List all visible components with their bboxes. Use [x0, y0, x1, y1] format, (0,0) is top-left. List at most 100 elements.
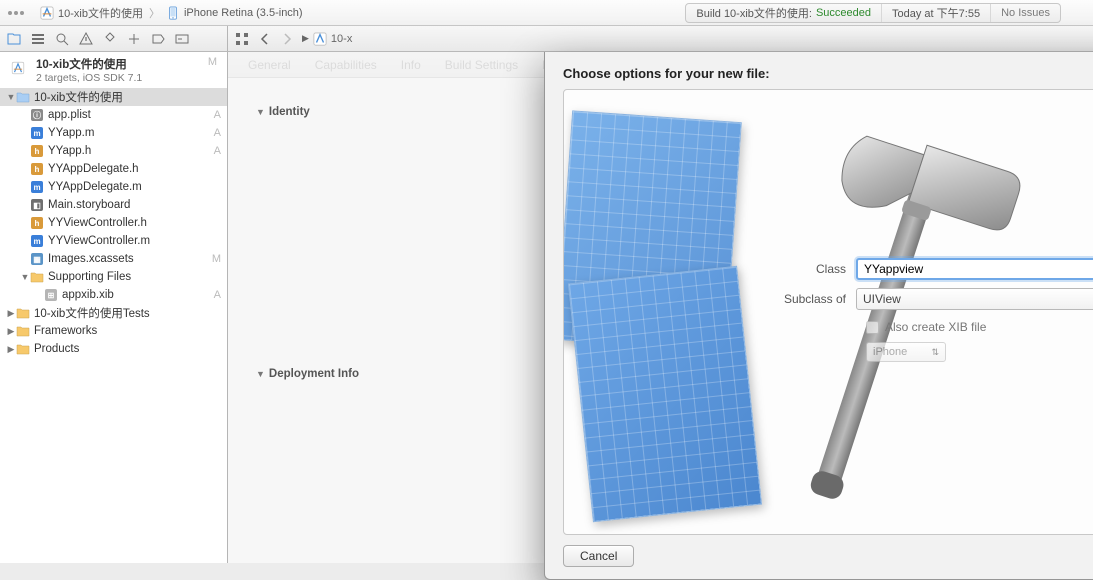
assets-icon: ▦: [30, 252, 44, 266]
log-navigator-icon[interactable]: [174, 31, 190, 47]
project-root-row[interactable]: 10-xib文件的使用 2 targets, iOS SDK 7.1 M: [0, 52, 227, 88]
class-row: Class: [770, 258, 1093, 280]
title-breadcrumb-bar: 10-xib文件的使用 〉 iPhone Retina (3.5-inch) B…: [0, 0, 1093, 26]
h-icon: h: [30, 144, 44, 158]
file-tree[interactable]: ▼10-xib文件的使用ⓘapp.plistAmYYapp.mAhYYapp.h…: [0, 88, 227, 563]
debug-navigator-icon[interactable]: [126, 31, 142, 47]
editor-path-crumb[interactable]: ▶ 10-x: [302, 32, 352, 46]
symbol-navigator-icon[interactable]: [30, 31, 46, 47]
project-name: 10-xib文件的使用: [58, 5, 143, 21]
sheet-button-bar: Cancel Previous Next: [563, 535, 1093, 567]
file-label: Supporting Files: [48, 271, 207, 283]
editor-path-label: 10-x: [331, 33, 352, 45]
file-label: YYViewController.m: [48, 235, 207, 247]
file-label: YYAppDelegate.m: [48, 181, 207, 193]
breakpoint-navigator-icon[interactable]: [150, 31, 166, 47]
project-subtitle: 2 targets, iOS SDK 7.1: [36, 72, 142, 84]
h-icon: h: [30, 216, 44, 230]
project-navigator: 10-xib文件的使用 2 targets, iOS SDK 7.1 M ▼ 10…: [0, 52, 228, 563]
new-file-sheet: Choose options for your new file:: [544, 52, 1093, 580]
related-items-icon[interactable]: [234, 31, 250, 47]
folder-row[interactable]: ▶Frameworks: [0, 322, 227, 340]
folder-blue-icon: [16, 90, 30, 104]
issue-navigator-icon[interactable]: [78, 31, 94, 47]
file-label: YYViewController.h: [48, 217, 207, 229]
chevron-right-icon: 〉: [147, 5, 162, 21]
file-label: YYapp.m: [48, 127, 207, 139]
folder-row[interactable]: ▼ Supporting Files: [0, 268, 227, 286]
main-area: 10-xib文件的使用 2 targets, iOS SDK 7.1 M ▼ 10…: [0, 52, 1093, 563]
file-row[interactable]: hYYapp.hA: [0, 142, 227, 160]
file-label: Products: [34, 343, 207, 355]
build-status: Build 10-xib文件的使用: Succeeded: [686, 4, 882, 22]
file-label: 10-xib文件的使用Tests: [34, 305, 207, 321]
file-row[interactable]: ⓘapp.plistA: [0, 106, 227, 124]
folder-icon: [30, 270, 44, 284]
xcode-app-icon: [40, 6, 54, 20]
class-label: Class: [770, 262, 856, 276]
folder-row[interactable]: ▶ 10-xib文件的使用Tests: [0, 304, 227, 322]
project-navigator-icon[interactable]: [6, 31, 22, 47]
file-row[interactable]: ◧ Main.storyboard: [0, 196, 227, 214]
class-input[interactable]: [856, 258, 1093, 280]
cancel-button[interactable]: Cancel: [563, 545, 634, 567]
sheet-title: Choose options for your new file:: [563, 66, 1093, 81]
file-row[interactable]: ⊞appxib.xibA: [0, 286, 227, 304]
navigator-toolbar: ▶ 10-x: [0, 26, 1093, 52]
storyboard-icon: ◧: [30, 198, 44, 212]
file-row[interactable]: ▦ Images.xcassetsM: [0, 250, 227, 268]
disclosure-triangle-icon[interactable]: ▶: [6, 326, 16, 337]
scm-status: M: [208, 56, 221, 68]
editor-area: General Capabilities Info Build Settings…: [228, 52, 1093, 563]
nav-forward-icon[interactable]: [280, 32, 294, 46]
device-family-value: iPhone: [873, 346, 907, 358]
file-label: Images.xcassets: [48, 253, 207, 265]
scm-status: A: [207, 109, 221, 121]
scheme-breadcrumb[interactable]: 10-xib文件的使用 〉 iPhone Retina (3.5-inch): [40, 5, 303, 21]
nav-back-icon[interactable]: [258, 32, 272, 46]
file-label: YYapp.h: [48, 145, 207, 157]
disclosure-triangle-icon[interactable]: ▶: [6, 308, 16, 319]
build-result: Succeeded: [816, 7, 871, 19]
folder-icon: [16, 324, 30, 338]
subclass-row: Subclass of UIView ▾: [770, 288, 1093, 310]
file-row[interactable]: m YYViewController.m: [0, 232, 227, 250]
test-navigator-icon[interactable]: [102, 31, 118, 47]
disclosure-triangle-icon[interactable]: ▶: [6, 344, 16, 355]
xcode-app-icon: [313, 32, 327, 46]
sheet-body: Class Subclass of UIView ▾: [563, 89, 1093, 535]
folder-row[interactable]: ▼ 10-xib文件的使用: [0, 88, 227, 106]
file-row[interactable]: hYYAppDelegate.h: [0, 160, 227, 178]
stepper-icon: ⇅: [931, 347, 939, 358]
file-label: app.plist: [48, 109, 207, 121]
m-icon: m: [30, 180, 44, 194]
scm-status: A: [207, 289, 221, 301]
folder-icon: [16, 306, 30, 320]
play-triangle-icon: ▶: [302, 33, 309, 44]
file-row[interactable]: m YYapp.mA: [0, 124, 227, 142]
folder-row[interactable]: ▶ Products: [0, 340, 227, 358]
window-controls-placeholder: [8, 11, 32, 15]
file-label: YYAppDelegate.h: [48, 163, 207, 175]
device-name: iPhone Retina (3.5-inch): [184, 7, 303, 19]
xib-icon: ⊞: [44, 288, 58, 302]
scm-status: M: [207, 253, 221, 265]
file-label: 10-xib文件的使用: [34, 89, 207, 105]
disclosure-triangle-icon[interactable]: ▼: [20, 272, 30, 282]
file-row[interactable]: h YYViewController.h: [0, 214, 227, 232]
device-family-select: iPhone ⇅: [866, 342, 946, 362]
disclosure-triangle-icon[interactable]: ▼: [6, 92, 16, 102]
m-icon: m: [30, 126, 44, 140]
build-prefix: Build 10-xib文件的使用:: [696, 5, 812, 21]
scm-status: A: [207, 127, 221, 139]
file-label: Main.storyboard: [48, 199, 207, 211]
find-navigator-icon[interactable]: [54, 31, 70, 47]
activity-viewer[interactable]: Build 10-xib文件的使用: Succeeded Today at 下午…: [685, 3, 1061, 23]
folder-icon: [16, 342, 30, 356]
new-file-form: Class Subclass of UIView ▾: [770, 250, 1093, 362]
device-icon: [166, 6, 180, 20]
subclass-combobox[interactable]: UIView ▾: [856, 288, 1093, 310]
build-time: Today at 下午7:55: [882, 4, 991, 22]
file-row[interactable]: m YYAppDelegate.m: [0, 178, 227, 196]
m-icon: m: [30, 234, 44, 248]
